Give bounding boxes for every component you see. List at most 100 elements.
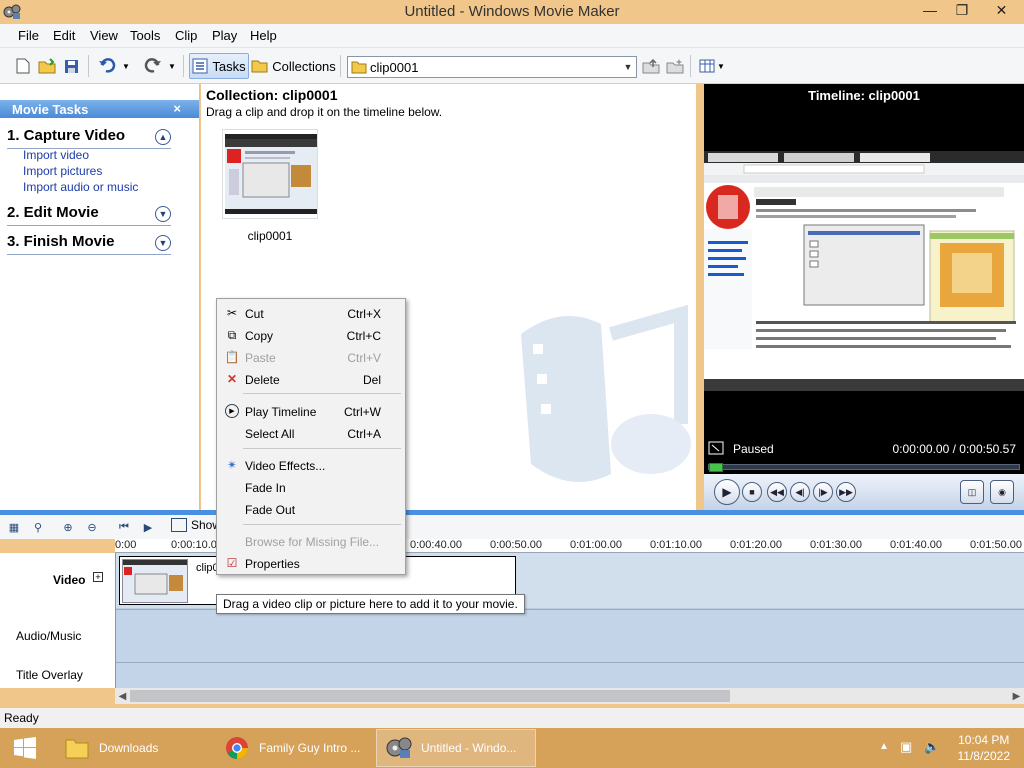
chevron-down-icon[interactable]: ▼	[155, 235, 171, 251]
volume-icon[interactable]: 🔈	[924, 739, 940, 755]
timeline-clip-thumbnail	[122, 559, 188, 603]
storyboard-icon[interactable]: ▦	[6, 519, 22, 535]
menu-item-label: Copy	[245, 329, 274, 343]
menu-item-delete[interactable]: ✕ Delete Del	[219, 368, 403, 390]
split-clip-button[interactable]: ◫	[960, 480, 984, 504]
take-picture-button[interactable]: ◉	[990, 480, 1014, 504]
stop-button[interactable]: ■	[742, 482, 762, 502]
skip-forward-icon: ▶▶	[839, 486, 853, 497]
menu-clip[interactable]: Clip	[175, 28, 197, 43]
collection-select[interactable]: clip0001 ▼	[347, 56, 637, 78]
clock[interactable]: 10:04 PM 11/8/2022	[958, 732, 1011, 764]
menu-item-fade-in[interactable]: Fade In	[219, 476, 403, 498]
menu-item-shortcut: Ctrl+W	[344, 405, 381, 419]
task-group-finish-movie[interactable]: 3. Finish Movie ▼	[7, 233, 171, 255]
views-button[interactable]: ▼	[697, 53, 727, 79]
previous-frame-button[interactable]: ◀◀	[767, 482, 787, 502]
scroll-right-icon[interactable]: ▶	[1009, 688, 1024, 704]
play-timeline-icon[interactable]: ▶	[140, 519, 156, 535]
import-pictures-link[interactable]: Import pictures	[23, 164, 102, 178]
fullscreen-icon[interactable]	[708, 441, 724, 455]
play-button[interactable]: ▶	[714, 479, 740, 505]
forward-button[interactable]: |▶	[813, 482, 833, 502]
start-button[interactable]	[0, 728, 50, 768]
menu-file[interactable]: File	[18, 28, 39, 43]
menu-item-fade-out[interactable]: Fade Out	[219, 498, 403, 520]
import-video-link[interactable]: Import video	[23, 148, 89, 162]
task-group-capture-video[interactable]: 1. Capture Video ▲	[7, 127, 171, 149]
webpage-screenshot-icon	[225, 139, 317, 198]
taskbar: Downloads Family Guy Intro ... Untitled …	[0, 728, 1024, 768]
undo-dropdown[interactable]: ▼	[120, 53, 132, 79]
thumbnail-view-icon	[699, 59, 715, 73]
ruler-tick-label: 0:01:00.00	[570, 539, 622, 551]
timeline-horizontal-scrollbar[interactable]: ◀ ▶	[115, 688, 1024, 704]
collections-button[interactable]: Collections	[251, 53, 336, 79]
rewind-button[interactable]: ◀|	[790, 482, 810, 502]
up-level-button[interactable]	[641, 53, 661, 79]
menu-tools[interactable]: Tools	[130, 28, 160, 43]
scrollbar-thumb[interactable]	[130, 690, 730, 702]
scissors-icon: ✂	[226, 306, 238, 320]
playback-controls: ▶ ■ ◀◀ ◀| |▶ ▶▶ ◫ ◉	[704, 474, 1024, 510]
redo-dropdown[interactable]: ▼	[166, 53, 178, 79]
import-audio-link[interactable]: Import audio or music	[23, 180, 138, 194]
zoom-out-icon[interactable]: ⊖	[84, 519, 100, 535]
chevron-up-icon[interactable]: ▲	[155, 129, 171, 145]
status-text: Ready	[4, 711, 39, 725]
seek-slider-thumb[interactable]	[709, 463, 723, 472]
menu-item-select-all[interactable]: Select All Ctrl+A	[219, 422, 403, 444]
menu-item-play-timeline[interactable]: ▶ Play Timeline Ctrl+W	[219, 400, 403, 422]
rewind-timeline-icon[interactable]: ⏮	[116, 519, 132, 535]
restore-button[interactable]: ❐	[947, 0, 977, 22]
status-bar: Ready	[0, 708, 1024, 728]
menu-edit[interactable]: Edit	[53, 28, 75, 43]
chevron-down-icon[interactable]: ▼	[155, 206, 171, 222]
title-overlay-track[interactable]	[116, 662, 1024, 688]
menu-help[interactable]: Help	[250, 28, 277, 43]
seek-bar[interactable]	[708, 463, 1020, 472]
menu-item-paste[interactable]: 📋 Paste Ctrl+V	[219, 346, 403, 368]
task-group-label: 3. Finish Movie	[7, 233, 115, 250]
menu-item-cut[interactable]: ✂ Cut Ctrl+X	[219, 302, 403, 324]
task-group-edit-movie[interactable]: 2. Edit Movie ▼	[7, 204, 171, 226]
ruler-tick-label: 0:01:30.00	[810, 539, 862, 551]
expand-track-icon[interactable]: +	[93, 572, 103, 582]
scroll-left-icon[interactable]: ◀	[115, 688, 130, 704]
taskbar-item-chrome[interactable]: Family Guy Intro ...	[214, 729, 374, 767]
zoom-in-icon[interactable]: ⊕	[60, 519, 76, 535]
save-project-button[interactable]	[61, 53, 81, 79]
network-icon[interactable]: ▣	[900, 739, 912, 755]
menu-item-browse-missing-file[interactable]: Browse for Missing File...	[219, 530, 403, 552]
tasks-button[interactable]: Tasks	[189, 53, 249, 79]
new-collection-button[interactable]	[665, 53, 685, 79]
context-menu: ✂ Cut Ctrl+X ⧉ Copy Ctrl+C 📋 Paste Ctrl+…	[216, 298, 406, 575]
menu-item-copy[interactable]: ⧉ Copy Ctrl+C	[219, 324, 403, 346]
menu-item-properties[interactable]: ☑ Properties	[219, 552, 403, 574]
clip-thumbnail[interactable]	[222, 129, 318, 219]
folder-icon	[63, 734, 91, 762]
show-hidden-icons-icon[interactable]: ▲	[879, 741, 889, 752]
tasks-label: Tasks	[212, 58, 246, 74]
redo-button[interactable]	[142, 53, 164, 79]
title-bar: Untitled - Windows Movie Maker — ❐ ✕	[0, 0, 1024, 24]
taskbar-item-movie-maker[interactable]: Untitled - Windo...	[376, 729, 536, 767]
taskbar-item-downloads[interactable]: Downloads	[54, 729, 214, 767]
close-button[interactable]: ✕	[979, 0, 1024, 22]
menu-play[interactable]: Play	[212, 28, 237, 43]
show-storyboard-button[interactable]: Show	[171, 518, 221, 532]
open-project-button[interactable]	[37, 53, 57, 79]
close-icon[interactable]: ×	[173, 101, 181, 116]
audio-levels-icon[interactable]: ⚲	[30, 519, 46, 535]
chevron-down-icon[interactable]: ▼	[620, 57, 636, 77]
menu-bar: File Edit View Tools Clip Play Help	[0, 24, 1024, 48]
menu-item-label: Browse for Missing File...	[245, 535, 380, 549]
minimize-button[interactable]: —	[915, 0, 945, 22]
title-overlay-track-label: Title Overlay	[16, 668, 83, 682]
menu-view[interactable]: View	[90, 28, 118, 43]
menu-item-video-effects[interactable]: ✴ Video Effects...	[219, 454, 403, 476]
undo-button[interactable]	[96, 53, 118, 79]
new-project-button[interactable]	[13, 53, 33, 79]
next-frame-button[interactable]: ▶▶	[836, 482, 856, 502]
audio-music-track[interactable]	[116, 609, 1024, 662]
